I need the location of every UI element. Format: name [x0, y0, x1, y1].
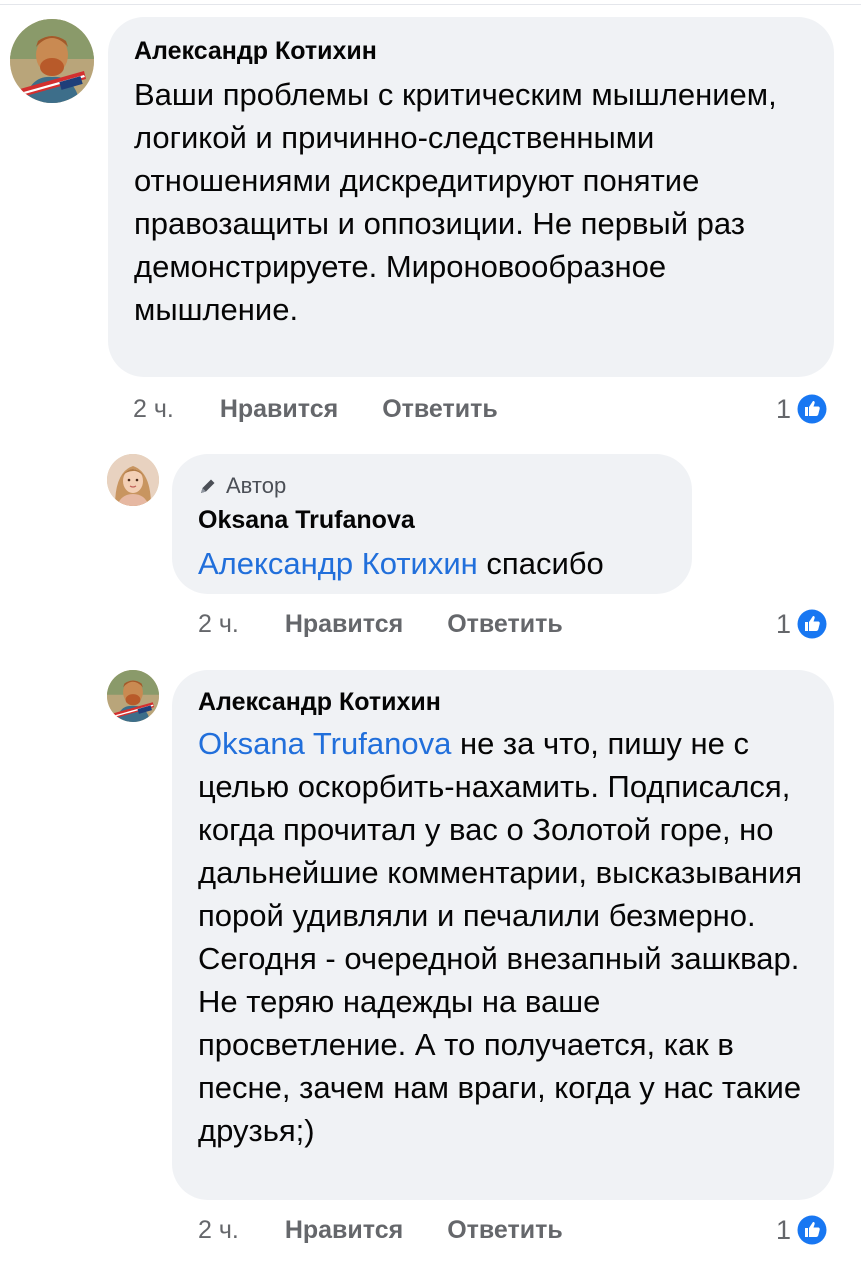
like-reaction-icon [796, 608, 829, 640]
comment-3-time[interactable]: 2 ч. [198, 1216, 239, 1245]
comment-2-like-button[interactable]: Нравится [285, 610, 403, 639]
comment-1-like-button[interactable]: Нравится [220, 395, 338, 424]
comment-3-author[interactable]: Александр Котихин [198, 686, 808, 718]
comment-2-mention[interactable]: Александр Котихин [198, 546, 478, 581]
comment-2-text: Александр Котихин спасибо [198, 542, 666, 585]
comment-1-time[interactable]: 2 ч. [133, 395, 174, 424]
comment-2-actions: 2 ч. Нравится Ответить [198, 604, 607, 644]
pen-icon [201, 479, 215, 493]
comment-2-reaction-count: 1 [776, 608, 792, 639]
avatar-van-gogh-image [10, 19, 94, 103]
comment-3-mention[interactable]: Oksana Trufanova [198, 726, 451, 761]
avatar-woman[interactable] [107, 454, 159, 506]
comment-2-message: спасибо [486, 546, 604, 581]
comment-1-reactions[interactable]: 1 [776, 389, 829, 429]
like-reaction-icon [796, 393, 829, 425]
comment-3-like-button[interactable]: Нравится [285, 1216, 403, 1245]
comment-1-author[interactable]: Александр Котихин [134, 35, 808, 67]
comment-3-bubble: Александр Котихин Oksana Trufanova не за… [172, 670, 834, 1200]
comment-2-time[interactable]: 2 ч. [198, 610, 239, 639]
avatar-van-gogh[interactable] [10, 19, 94, 103]
author-badge: Автор [198, 472, 666, 500]
comment-3-reactions[interactable]: 1 [776, 1210, 829, 1250]
comment-3-text: Oksana Trufanova не за что, пишу не с це… [198, 722, 810, 1152]
comment-1-reply-button[interactable]: Ответить [382, 395, 498, 424]
comment-3-actions: 2 ч. Нравится Ответить [198, 1210, 607, 1250]
comment-2-author[interactable]: Oksana Trufanova [198, 504, 666, 536]
comment-1-reaction-count: 1 [776, 393, 792, 424]
comment-3-reaction-count: 1 [776, 1214, 792, 1245]
comment-2-bubble: Автор Oksana Trufanova Александр Котихин… [172, 454, 692, 594]
comment-1-actions: 2 ч. Нравится Ответить [133, 389, 542, 429]
avatar-van-gogh-image [107, 670, 159, 722]
comment-1-bubble: Александр Котихин Ваши проблемы с критич… [108, 17, 834, 377]
comment-1-text: Ваши проблемы с критическим мышлением, л… [134, 77, 777, 327]
comment-2-reactions[interactable]: 1 [776, 604, 829, 644]
like-reaction-icon [796, 1214, 829, 1246]
comment-2-reply-button[interactable]: Ответить [447, 610, 563, 639]
comment-3-reply-button[interactable]: Ответить [447, 1216, 563, 1245]
avatar-woman-image [107, 454, 159, 506]
top-divider [0, 4, 861, 5]
author-badge-label: Автор [226, 473, 287, 498]
comment-3-message: не за что, пишу не с целью оскорбить-нах… [198, 726, 803, 1148]
avatar-van-gogh[interactable] [107, 670, 159, 722]
